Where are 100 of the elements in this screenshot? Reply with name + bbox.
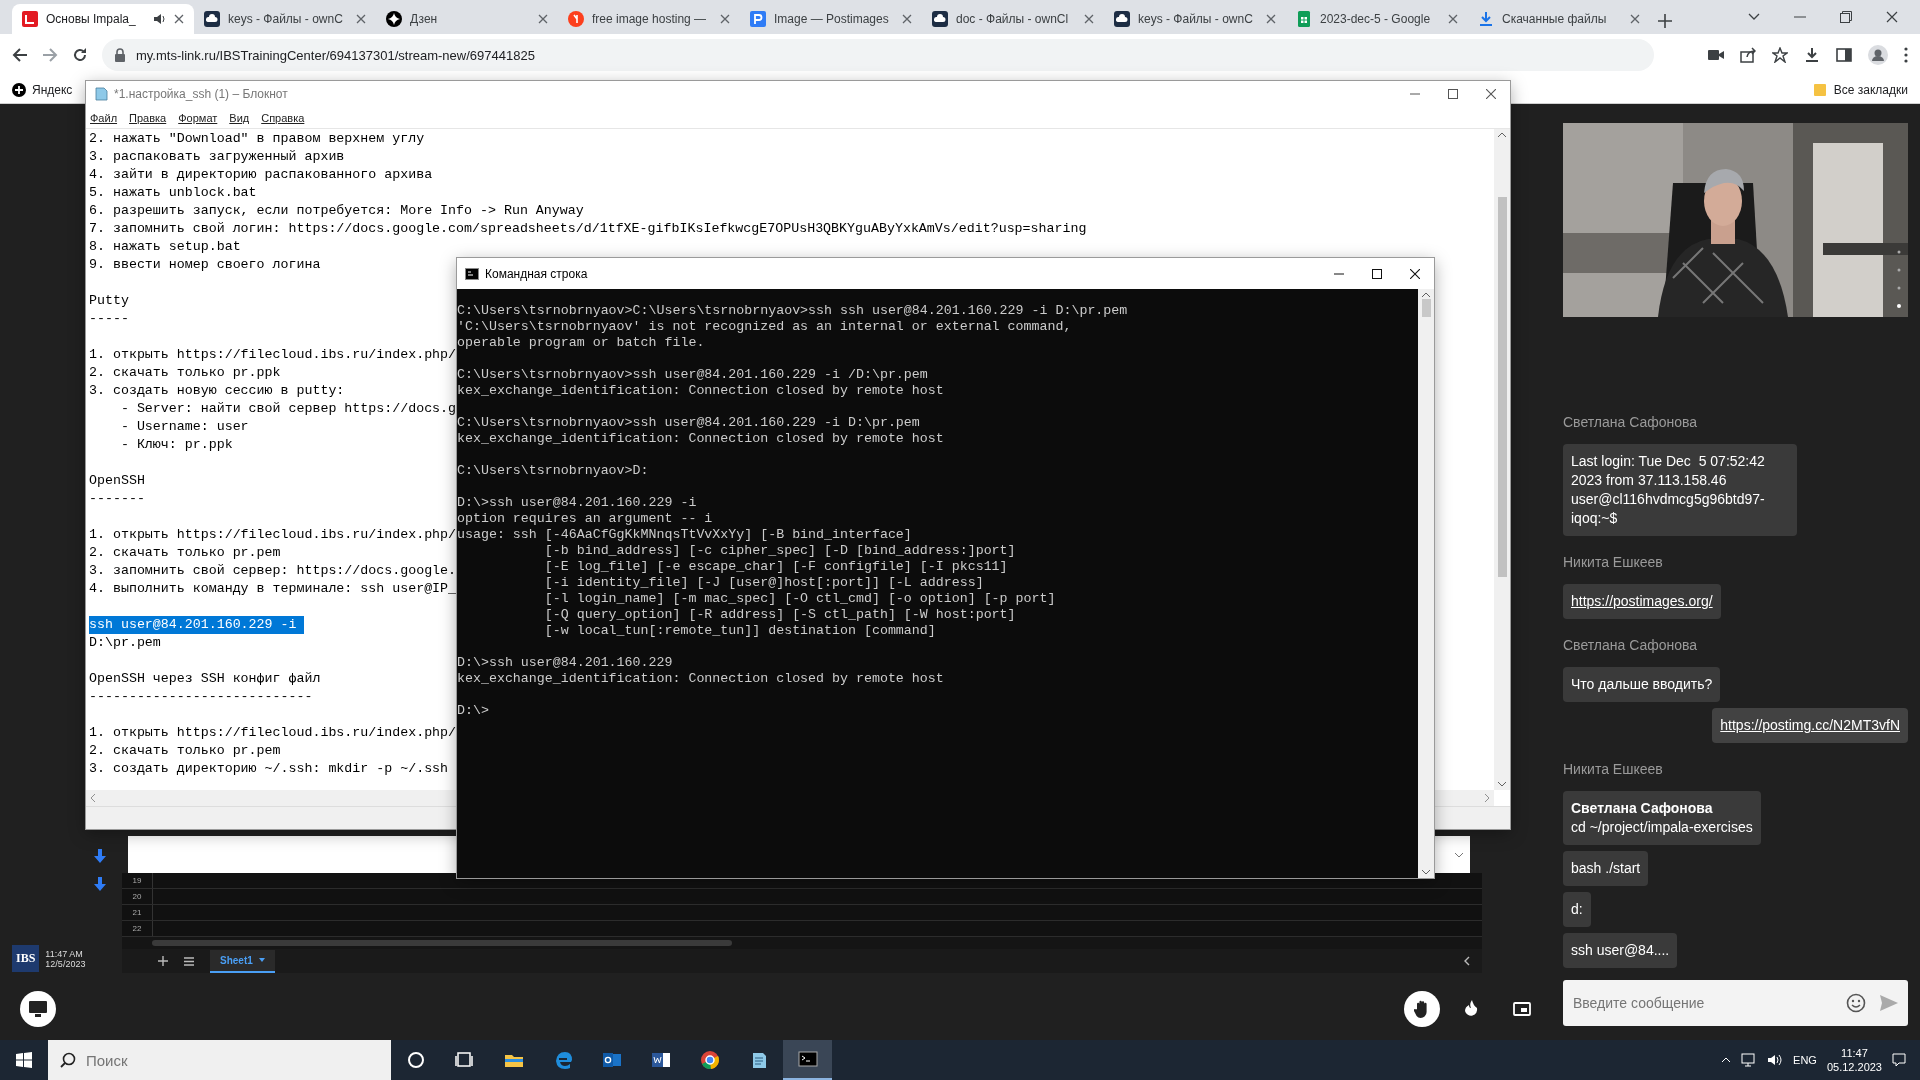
scrollbar-thumb[interactable] (1497, 197, 1507, 577)
chevron-down-icon[interactable] (1454, 851, 1464, 858)
reload-icon[interactable] (72, 47, 88, 63)
text-line: ---------------------------- (89, 688, 313, 706)
vertical-scrollbar[interactable] (1418, 289, 1434, 878)
menu-item[interactable]: Правка (129, 111, 167, 124)
clock-date[interactable]: 05.12.2023 (1826, 1061, 1882, 1073)
message-field[interactable]: Введите сообщение (1563, 980, 1908, 1026)
chrome-logo-icon (699, 1050, 720, 1070)
bookmark-link[interactable]: Яндекс (12, 82, 73, 97)
message-author: Никита Ешкеев (1563, 554, 1663, 570)
cloud-icon (1114, 11, 1130, 27)
emoji-icon[interactable] (1846, 993, 1866, 1013)
row-number: 22 (122, 921, 153, 936)
menu-item[interactable]: Файл (90, 111, 118, 124)
plus-circle-icon (12, 82, 26, 97)
close-icon[interactable] (174, 14, 184, 24)
browser-tab[interactable]: Основы Impala_ (12, 4, 194, 34)
browser-tab[interactable]: doc - Файлы - ownCl (922, 4, 1104, 34)
terminal-icon (465, 267, 479, 280)
minimize-icon[interactable] (1334, 272, 1344, 275)
chevron-up-icon[interactable] (1721, 1057, 1732, 1063)
network-icon[interactable] (1741, 1053, 1758, 1067)
notification-icon[interactable] (1892, 1053, 1906, 1067)
browser-tab[interactable]: Image — Postimages (740, 4, 922, 34)
monitor-icon (29, 1001, 47, 1017)
language-indicator[interactable]: ENG (1793, 1054, 1817, 1066)
cloud-icon (932, 11, 948, 27)
vertical-scrollbar[interactable] (1494, 129, 1510, 790)
sheet-list-icon[interactable] (184, 956, 194, 966)
clock-time[interactable]: 11:47 (1841, 1047, 1868, 1059)
text-line: 3. распаковать загруженный архив (89, 148, 345, 166)
taskbar-app[interactable] (783, 1040, 832, 1080)
download-icon[interactable] (1804, 47, 1820, 63)
scrollbar-thumb[interactable] (1421, 299, 1431, 317)
maximize-icon[interactable] (1448, 89, 1458, 99)
message-author: Светлана Сафонова (1563, 637, 1698, 653)
ibs-logo-icon (22, 11, 38, 27)
chevron-down-icon[interactable] (1748, 13, 1760, 21)
caret-icon (258, 958, 265, 962)
terminal-line: D:\>ssh user@84.201.160.229 -i (457, 495, 697, 511)
browser-tab[interactable]: Дзен (376, 4, 558, 34)
chevron-left-icon[interactable] (1464, 956, 1470, 966)
search-field[interactable]: Поиск (48, 1040, 391, 1080)
speaker-icon[interactable] (152, 12, 166, 26)
menu-item[interactable]: Формат (178, 111, 218, 124)
text-line: 9. ввести номер своего логина (89, 256, 321, 274)
postimages-icon (750, 11, 766, 27)
text-line: 2. нажать "Download" в правом верхнем углу (89, 130, 425, 148)
text-line: 1. открыть https://filecloud.ibs.ru/index.php/ (89, 724, 457, 742)
restore-icon[interactable] (1840, 11, 1852, 23)
message-link[interactable]: https://postimg.cc/N2MT3vfN (1712, 708, 1908, 743)
cloud-icon (204, 11, 220, 27)
window-title: Командная строка (485, 266, 588, 281)
browser-tab[interactable]: keys - Файлы - ownC (194, 4, 376, 34)
side-panel-icon[interactable] (1836, 47, 1852, 63)
maximize-icon[interactable] (1372, 268, 1382, 279)
sheet-tab[interactable]: Sheet1 (210, 949, 275, 973)
browser-tab[interactable]: free image hosting — (558, 4, 740, 34)
text-line: OpenSSH через SSH конфиг файл (89, 670, 321, 688)
share-icon[interactable] (1740, 47, 1756, 63)
terminal-line: kex_exchange_identification: Connection closed by remote host (457, 671, 944, 687)
notepad-icon (94, 87, 108, 101)
text-line: 3. запомнить свой сервер: https://docs.google. (89, 562, 457, 580)
camera-icon[interactable] (1708, 49, 1724, 61)
star-icon[interactable] (1772, 47, 1788, 63)
menu-item[interactable]: Справка (261, 111, 305, 124)
close-icon[interactable] (1486, 89, 1496, 99)
message-bubble: Что дальше вводить? (1563, 667, 1721, 702)
volume-icon[interactable] (1767, 1053, 1784, 1067)
profile-icon[interactable] (1868, 45, 1888, 65)
terminal-line: [-i identity_file] [-J [user@]host[:port]] [-L address] (543, 575, 984, 591)
screen-share-button[interactable] (20, 991, 56, 1027)
text-line: 4. выполнить команду в терминале: ssh user@IP_ (89, 580, 457, 598)
terminal-line: 'C:\Users\tsrnobrnyaov' is not recognized as an internal or external command, (457, 319, 1072, 335)
back-icon[interactable] (12, 47, 28, 63)
browser-tab[interactable]: Скачанные файлы (1468, 4, 1650, 34)
download-icon (1478, 11, 1494, 27)
message-author: Никита Ешкеев (1563, 761, 1663, 777)
message-link[interactable]: https://postimages.org/ (1563, 584, 1721, 619)
close-icon[interactable] (1410, 268, 1420, 279)
raise-hand-button[interactable] (1404, 991, 1440, 1027)
scrollbar[interactable] (122, 937, 1482, 949)
terminal-line: [-l login_name] [-m mac_spec] [-O ctl_cmd] [-o option] [-p port] (543, 591, 1056, 607)
add-sheet-icon[interactable] (158, 956, 168, 966)
address-field[interactable]: my.mts-link.ru/IBSTrainingCenter/694137301/stream-new/697441825 (102, 39, 1654, 71)
browser-tab[interactable]: keys - Файлы - ownC (1104, 4, 1286, 34)
browser-tab[interactable]: 2023-dec-5 - Google (1286, 4, 1468, 34)
menu-item[interactable]: Вид (229, 111, 250, 124)
row-number: 20 (122, 889, 153, 904)
forward-icon[interactable] (42, 47, 58, 63)
down-arrow-icon[interactable] (94, 849, 106, 863)
window-title: *1.настройка_ssh (1) – Блокнот (114, 87, 288, 101)
flame-icon (1465, 1000, 1479, 1018)
new-tab-icon[interactable] (1658, 14, 1672, 28)
close-icon[interactable] (1886, 11, 1898, 23)
all-bookmarks-link[interactable]: Все закладки (1813, 82, 1908, 97)
menu-icon[interactable] (1904, 47, 1908, 63)
down-arrow-icon[interactable] (94, 877, 106, 891)
text-line: - Ключ: pr.ppk (119, 436, 233, 454)
